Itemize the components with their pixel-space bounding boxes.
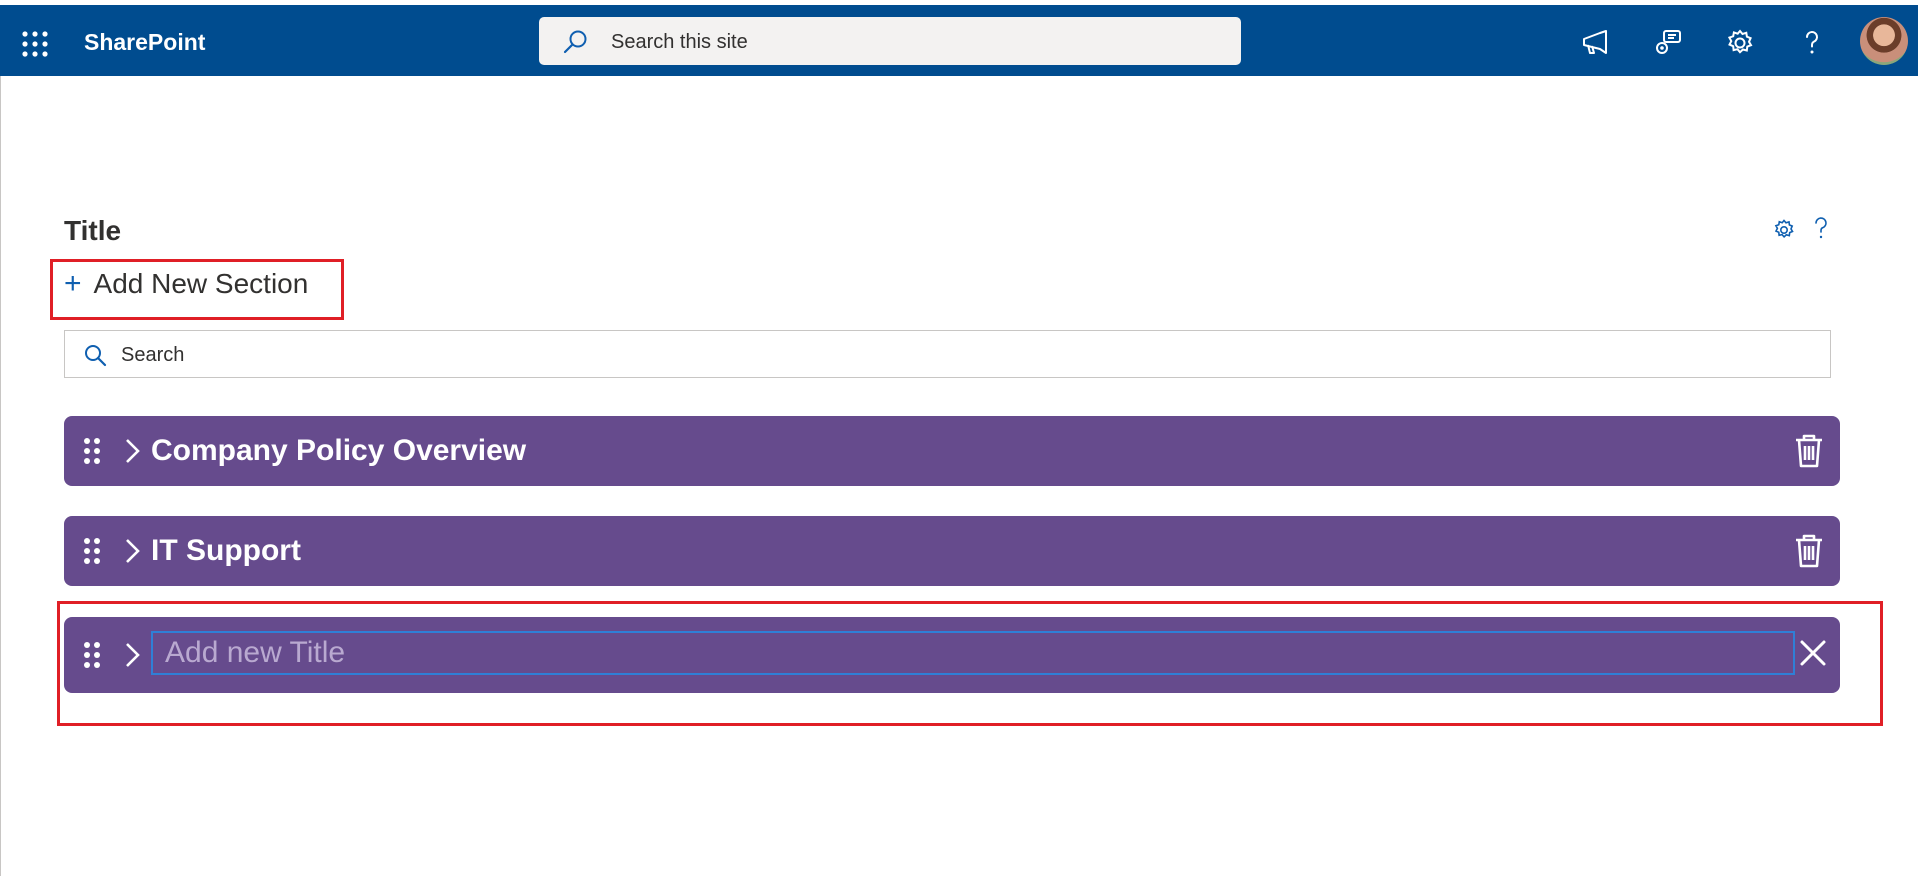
webpart-settings-icon[interactable] (1772, 218, 1796, 242)
chat-settings-icon[interactable] (1652, 27, 1684, 59)
megaphone-icon[interactable] (1580, 27, 1612, 59)
page-divider (0, 76, 1, 876)
chevron-right-icon[interactable] (122, 437, 142, 465)
section-row: IT Support (64, 516, 1840, 586)
highlight-box-add-section (50, 259, 344, 320)
avatar[interactable] (1860, 17, 1908, 65)
section-search-input[interactable] (119, 339, 1803, 371)
drag-handle-icon[interactable] (82, 537, 102, 565)
chevron-right-icon[interactable] (122, 537, 142, 565)
section-title[interactable]: IT Support (151, 534, 301, 568)
highlight-box-new-section (57, 601, 1883, 726)
suite-header: SharePoint (0, 5, 1918, 76)
search-icon (563, 30, 587, 54)
trash-icon[interactable] (1794, 534, 1824, 568)
trash-icon[interactable] (1794, 434, 1824, 468)
site-search[interactable] (539, 17, 1241, 65)
gear-icon[interactable] (1724, 27, 1756, 59)
section-search[interactable] (64, 330, 1831, 378)
section-title[interactable]: Company Policy Overview (151, 434, 526, 468)
drag-handle-icon[interactable] (82, 437, 102, 465)
section-row: Company Policy Overview (64, 416, 1840, 486)
webpart-title: Title (64, 215, 122, 246)
search-icon (85, 345, 107, 367)
help-icon[interactable] (1796, 27, 1828, 59)
app-name[interactable]: SharePoint (84, 29, 205, 56)
site-search-input[interactable] (609, 25, 1213, 59)
webpart-help-icon[interactable] (1812, 216, 1830, 242)
waffle-icon[interactable] (22, 31, 48, 57)
